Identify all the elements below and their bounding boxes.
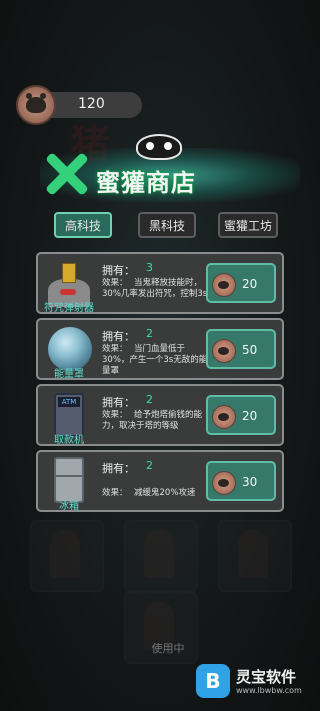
- badger-mascot-icon: [132, 130, 186, 160]
- item-name: 取款机: [54, 435, 84, 446]
- coin-icon: [212, 471, 236, 495]
- item-effect: 效果： 当门血量低于30%，产生一个3s无敌的能量罩: [102, 344, 208, 376]
- buy-button[interactable]: 20: [206, 263, 276, 303]
- buy-button[interactable]: 30: [206, 461, 276, 501]
- badger-coin-icon: [16, 85, 56, 125]
- shop-title: 蜜獾商店: [96, 169, 196, 197]
- watermark: B 灵宝软件 www.lbwbw.com: [196, 664, 316, 700]
- owned-count: 2: [146, 393, 153, 406]
- tab-black-tech[interactable]: 黑科技: [138, 212, 196, 238]
- item-name: 能量罩: [54, 369, 84, 380]
- shop-item-card: ATM 取款机 拥有： 2 效果： 给予炮塔偷钱的能力，取决于塔的等级 20: [36, 384, 284, 446]
- owned-label: 拥有：: [102, 462, 135, 475]
- item-price: 20: [242, 277, 258, 291]
- item-effect: 效果： 减缓鬼20%攻速: [102, 488, 196, 498]
- buy-button[interactable]: 50: [206, 329, 276, 369]
- brand-logo-icon: B: [196, 664, 230, 698]
- shop-item-card: 符咒弹射器 拥有： 3 效果： 当鬼释放技能时，30%几率发出符咒，控制3s 20: [36, 252, 284, 314]
- close-icon[interactable]: [42, 150, 90, 198]
- owned-count: 2: [146, 459, 153, 472]
- owned-label: 拥有：: [102, 396, 135, 409]
- item-effect: 效果： 当鬼释放技能时，30%几率发出符咒，控制3s: [102, 278, 208, 299]
- item-price: 20: [242, 409, 258, 423]
- item-name: 符咒弹射器: [44, 303, 94, 314]
- brand-url: www.lbwbw.com: [236, 686, 302, 695]
- item-name: 冰箱: [59, 501, 79, 512]
- tab-high-tech[interactable]: 高科技: [54, 212, 112, 238]
- shop-item-card: 能量罩 拥有： 2 效果： 当门血量低于30%，产生一个3s无敌的能量罩 50: [36, 318, 284, 380]
- buy-button[interactable]: 20: [206, 395, 276, 435]
- item-price: 30: [242, 475, 258, 489]
- owned-label: 拥有：: [102, 264, 135, 277]
- owned-count: 3: [146, 261, 153, 274]
- owned-count: 2: [146, 327, 153, 340]
- shop-item-card: 冰箱 拥有： 2 效果： 减缓鬼20%攻速 30: [36, 450, 284, 512]
- item-effect: 效果： 给予炮塔偷钱的能力，取决于塔的等级: [102, 410, 203, 431]
- coin-icon: [212, 405, 236, 429]
- coin-icon: [212, 273, 236, 297]
- item-price: 50: [242, 343, 258, 357]
- coin-icon: [212, 339, 236, 363]
- owned-label: 拥有：: [102, 330, 135, 343]
- in-use-label: 使用中: [151, 642, 185, 655]
- brand-name: 灵宝软件: [236, 668, 297, 686]
- coin-amount: 120: [78, 96, 105, 112]
- tab-badger-workshop[interactable]: 蜜獾工坊: [218, 212, 278, 238]
